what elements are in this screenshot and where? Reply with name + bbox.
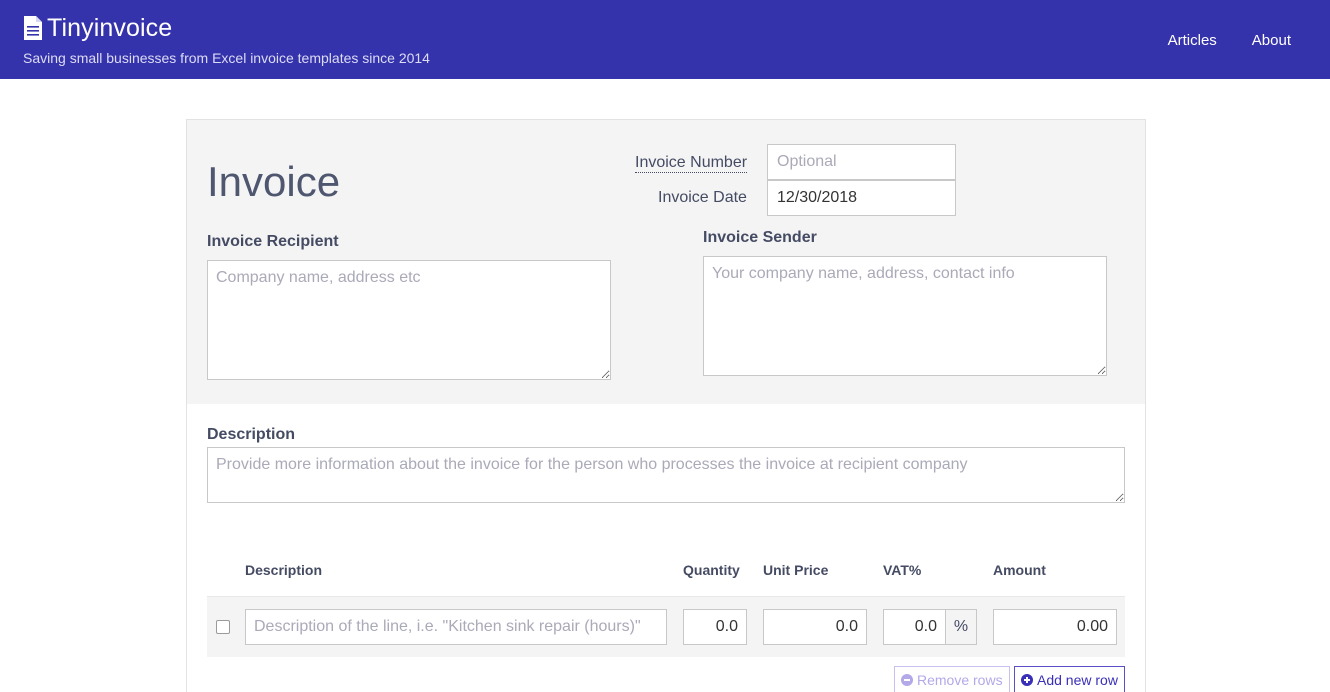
top-nav: Articles About: [1168, 32, 1291, 49]
row-select-checkbox[interactable]: [216, 620, 230, 634]
table-row: %: [207, 596, 1125, 657]
column-header-description: Description: [245, 562, 323, 578]
invoice-card: Invoice Invoice Number Invoice Date Invo…: [186, 119, 1146, 692]
vat-percent-addon: %: [945, 609, 977, 645]
document-icon: [24, 16, 42, 40]
line-quantity-input[interactable]: [683, 609, 747, 645]
brand-name: Tinyinvoice: [47, 14, 173, 42]
minus-circle-icon: [901, 674, 913, 686]
invoice-date-input[interactable]: [767, 180, 956, 216]
invoice-number-input[interactable]: [767, 144, 956, 180]
description-textarea[interactable]: [207, 447, 1125, 503]
brand-link[interactable]: Tinyinvoice: [23, 14, 172, 42]
remove-rows-button[interactable]: Remove rows: [894, 666, 1010, 692]
add-new-row-label: Add new row: [1037, 672, 1118, 688]
line-description-input[interactable]: [245, 609, 667, 645]
sender-textarea[interactable]: [703, 256, 1107, 376]
add-new-row-button[interactable]: Add new row: [1014, 666, 1125, 692]
invoice-date-label: Invoice Date: [658, 189, 747, 206]
line-amount-input[interactable]: [993, 609, 1117, 645]
column-header-amount: Amount: [993, 562, 1046, 578]
plus-circle-icon: [1021, 674, 1033, 686]
sender-label: Invoice Sender: [703, 229, 817, 246]
remove-rows-label: Remove rows: [917, 672, 1003, 688]
page-title: Invoice: [207, 158, 341, 205]
tagline: Saving small businesses from Excel invoi…: [23, 50, 430, 66]
column-header-vat: VAT%: [883, 562, 922, 578]
recipient-label: Invoice Recipient: [207, 233, 339, 250]
invoice-number-label: Invoice Number: [635, 154, 748, 173]
column-header-unit-price: Unit Price: [763, 562, 829, 578]
recipient-textarea[interactable]: [207, 260, 611, 380]
line-unit-price-input[interactable]: [763, 609, 867, 645]
description-label: Description: [207, 426, 296, 443]
nav-about-link[interactable]: About: [1252, 32, 1291, 49]
column-header-quantity: Quantity: [683, 562, 740, 578]
line-vat-input[interactable]: [883, 609, 946, 645]
top-navbar: Tinyinvoice Saving small businesses from…: [0, 0, 1330, 79]
nav-articles-link[interactable]: Articles: [1168, 32, 1217, 49]
